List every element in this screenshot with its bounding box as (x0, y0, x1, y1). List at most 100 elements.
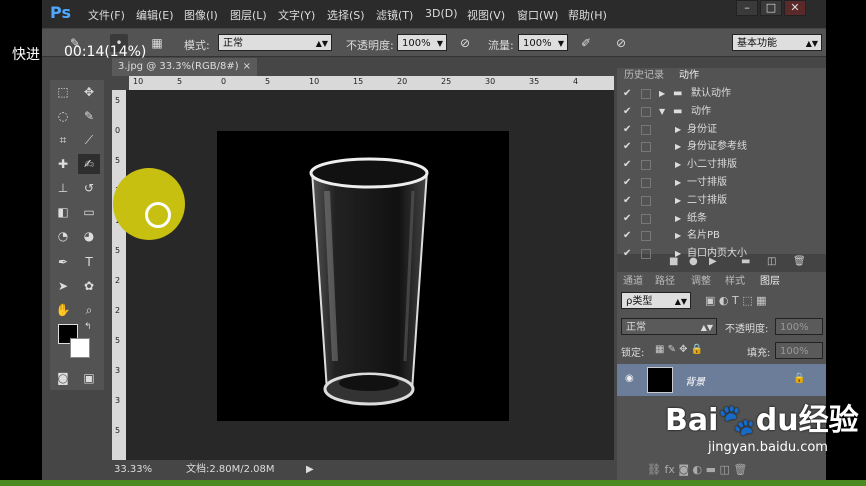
action-row[interactable]: ✔ ▶ 名片PB (617, 227, 826, 244)
action-row[interactable]: ✔ ▶ 身份证参考线 (617, 138, 826, 155)
tab-styles[interactable]: 样式 (721, 274, 749, 290)
tab-layers[interactable]: 图层 (753, 274, 787, 290)
layer-footer-icons[interactable]: ⛓ fx ◙ ◐ ▬ ◫ 🗑 (647, 463, 747, 476)
chevron-down-icon[interactable]: ▼ (659, 103, 665, 121)
healing-brush-tool-icon[interactable]: ✚ (52, 154, 74, 174)
marquee-tool-icon[interactable]: ⬚ (52, 82, 74, 102)
dialog-toggle[interactable] (641, 106, 651, 117)
chevron-right-icon[interactable]: ▶ (675, 121, 681, 139)
check-icon[interactable]: ✔ (623, 210, 631, 228)
quick-select-tool-icon[interactable]: ✎ (78, 106, 100, 126)
action-row[interactable]: ✔ ▶ 一寸排版 (617, 174, 826, 191)
history-brush-tool-icon[interactable]: ↺ (78, 178, 100, 198)
chevron-right-icon[interactable]: ▶ (675, 138, 681, 156)
lasso-tool-icon[interactable]: ◌ (52, 106, 74, 126)
check-icon[interactable]: ✔ (623, 192, 631, 210)
crop-tool-icon[interactable]: ⌗ (52, 130, 74, 150)
layer-opacity-input[interactable]: 100% (775, 318, 823, 335)
dialog-toggle[interactable] (641, 142, 651, 153)
dialog-toggle[interactable] (641, 249, 651, 260)
lock-icons[interactable]: ▦ ✎ ✥ 🔒 (655, 344, 703, 355)
action-row[interactable]: ✔ ▼ ▬ 动作 (617, 103, 826, 120)
check-icon[interactable]: ✔ (623, 138, 631, 156)
document-tab[interactable]: 3.jpg @ 33.3%(RGB/8#) × (112, 58, 257, 76)
check-icon[interactable]: ✔ (623, 121, 631, 139)
status-menu-icon[interactable]: ▶ (306, 462, 314, 478)
move-tool-icon[interactable]: ✥ (78, 82, 100, 102)
tab-actions[interactable]: 动作 (673, 68, 705, 84)
shape-tool-icon[interactable]: ✿ (78, 276, 100, 296)
fill-input[interactable]: 100% (775, 342, 823, 359)
hand-tool-icon[interactable]: ✋ (52, 300, 74, 320)
close-tab-icon[interactable]: × (243, 58, 251, 76)
action-row[interactable]: ✔ ▶ ▬ 默认动作 (617, 85, 826, 102)
swap-colors-icon[interactable]: ↰ (84, 322, 92, 332)
tab-paths[interactable]: 路径 (651, 274, 679, 290)
chevron-right-icon[interactable]: ▶ (675, 156, 681, 174)
gradient-tool-icon[interactable]: ▭ (78, 202, 100, 222)
dialog-toggle[interactable] (641, 195, 651, 206)
chevron-right-icon[interactable]: ▶ (675, 210, 681, 228)
dialog-toggle[interactable] (641, 89, 651, 99)
zoom-level[interactable]: 33.33% (114, 462, 152, 478)
stamp-tool-icon[interactable]: ⊥ (52, 178, 74, 198)
menu-layer[interactable]: 图层(L) (230, 7, 267, 23)
dodge-tool-icon[interactable]: ◕ (78, 226, 100, 246)
action-row[interactable]: ✔ ▶ 二寸排版 (617, 192, 826, 209)
check-icon[interactable]: ✔ (623, 245, 631, 263)
menu-select[interactable]: 选择(S) (327, 7, 365, 23)
tab-history[interactable]: 历史记录 (619, 68, 669, 84)
mode-select[interactable]: 正常 ▲▼ (218, 34, 332, 51)
check-icon[interactable]: ✔ (623, 156, 631, 174)
chevron-right-icon[interactable]: ▶ (675, 227, 681, 245)
document-canvas[interactable] (217, 131, 509, 421)
menu-filter[interactable]: 滤镜(T) (376, 7, 413, 23)
chevron-right-icon[interactable]: ▶ (675, 174, 681, 192)
action-row[interactable]: ✔ ▶ 纸条 (617, 210, 826, 227)
airbrush-icon[interactable]: ✐ (577, 34, 595, 52)
blur-tool-icon[interactable]: ◔ (52, 226, 74, 246)
close-button[interactable]: ✕ (784, 0, 806, 16)
check-icon[interactable]: ✔ (623, 227, 631, 245)
minimize-button[interactable]: – (736, 0, 758, 16)
flow-input[interactable]: 100% ▼ (518, 34, 568, 51)
type-tool-icon[interactable]: T (78, 252, 100, 272)
chevron-right-icon[interactable]: ▶ (675, 192, 681, 210)
background-color-swatch[interactable] (70, 338, 90, 358)
quick-mask-icon[interactable]: ◙ (52, 368, 74, 388)
menu-3d[interactable]: 3D(D) (425, 7, 458, 20)
menu-help[interactable]: 帮助(H) (568, 7, 607, 23)
action-row[interactable]: ✔ ▶ 小二寸排版 (617, 156, 826, 173)
layer-filter-select[interactable]: ρ类型 ▲▼ (621, 292, 691, 309)
opacity-input[interactable]: 100% ▼ (397, 34, 447, 51)
layer-name[interactable]: 背景 (685, 373, 705, 388)
pen-tool-icon[interactable]: ✒ (52, 252, 74, 272)
menu-edit[interactable]: 编辑(E) (136, 7, 174, 23)
pressure-opacity-icon[interactable]: ⊘ (456, 34, 474, 52)
path-select-tool-icon[interactable]: ➤ (52, 276, 74, 296)
dialog-toggle[interactable] (641, 213, 651, 224)
chevron-right-icon[interactable]: ▶ (659, 85, 665, 103)
dialog-toggle[interactable] (641, 231, 651, 242)
screen-mode-icon[interactable]: ▣ (78, 368, 100, 388)
zoom-tool-icon[interactable]: ⌕ (78, 300, 100, 320)
workspace-select[interactable]: 基本功能 ▲▼ (732, 34, 822, 51)
menu-image[interactable]: 图像(I) (184, 7, 218, 23)
layer-row-background[interactable]: ◉ 背景 🔒 (617, 364, 826, 396)
dialog-toggle[interactable] (641, 124, 651, 135)
layer-filter-icons[interactable]: ▣ ◐ T ⬚ ▦ (705, 294, 766, 307)
dialog-toggle[interactable] (641, 160, 651, 171)
tab-adjustments[interactable]: 调整 (687, 274, 715, 290)
maximize-button[interactable]: □ (760, 0, 782, 16)
menu-window[interactable]: 窗口(W) (517, 7, 558, 23)
blend-mode-select[interactable]: 正常 ▲▼ (621, 318, 717, 335)
pressure-size-icon[interactable]: ⊘ (612, 34, 630, 52)
check-icon[interactable]: ✔ (623, 85, 631, 103)
menu-type[interactable]: 文字(Y) (278, 7, 315, 23)
eye-icon[interactable]: ◉ (625, 373, 634, 384)
brush-tool-icon[interactable]: ✍ (78, 154, 100, 174)
chevron-right-icon[interactable]: ▶ (675, 245, 681, 263)
eraser-tool-icon[interactable]: ◧ (52, 202, 74, 222)
brush-panel-icon[interactable]: ▦ (148, 34, 166, 52)
check-icon[interactable]: ✔ (623, 103, 631, 121)
